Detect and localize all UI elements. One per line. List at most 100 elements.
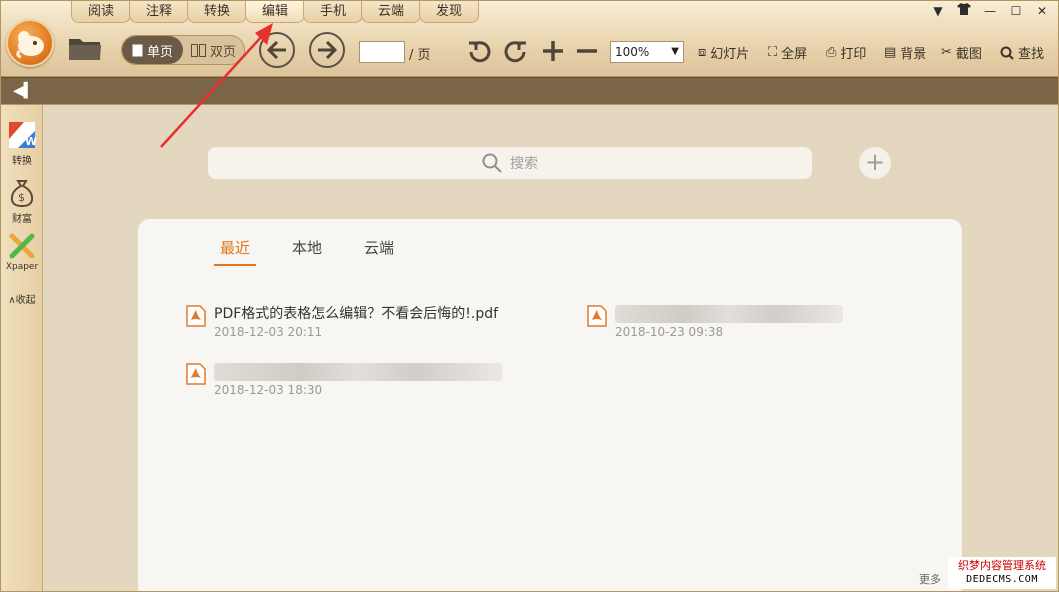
next-page-button[interactable] [309, 32, 345, 68]
pdf-file-icon [587, 305, 607, 327]
double-page-icon [190, 43, 206, 57]
slideshow-icon: ⧈ [698, 45, 707, 60]
file-date: 2018-12-03 18:30 [214, 383, 323, 397]
page-number-input[interactable] [359, 41, 405, 63]
search-placeholder: 搜索 [510, 156, 538, 172]
xpaper-icon [9, 233, 35, 259]
fullscreen-icon: ⛶ [768, 45, 778, 60]
tab-cloud-files[interactable]: 云端 [358, 235, 400, 266]
open-folder-button[interactable] [68, 35, 102, 61]
pdf-convert-icon: W [9, 122, 37, 148]
zoom-in-button[interactable] [542, 40, 564, 62]
pdf-file-icon [186, 363, 206, 385]
sidebar-label-convert: 转换 [12, 156, 32, 167]
svg-text:W: W [25, 135, 36, 148]
search-icon [1000, 46, 1014, 60]
print-label: 打印 [840, 47, 867, 62]
watermark: 织梦内容管理系统 DEDECMS.COM [948, 557, 1056, 589]
watermark-line1: 织梦内容管理系统 [958, 559, 1046, 572]
fullscreen-button[interactable]: ⛶ 全屏 [768, 43, 807, 62]
single-page-label: 单页 [146, 44, 173, 60]
collapse-strip: ◀▍ [1, 77, 1058, 105]
zoom-value: 100% [615, 45, 650, 59]
sidebar-item-wealth[interactable]: $ 财富 [1, 179, 43, 225]
tab-convert[interactable]: 转换 [187, 1, 247, 23]
money-bag-icon: $ [10, 180, 34, 208]
print-button[interactable]: ⎙ 打印 [826, 43, 866, 62]
rotate-left-button[interactable] [468, 39, 492, 63]
file-name-blurred [615, 305, 843, 323]
main-area: 搜索 + 最近 本地 云端 PDF格式的表格怎么编辑？不看会后悔的!.pdf 2… [44, 105, 1058, 591]
search-bar[interactable]: 搜索 [208, 147, 812, 179]
sidebar-collapse-button[interactable]: ∧收起 [1, 291, 43, 306]
file-date: 2018-12-03 20:11 [214, 325, 323, 339]
rotate-left-icon [469, 41, 491, 63]
file-item[interactable]: 2018-10-23 09:38 [587, 303, 887, 343]
minimize-icon[interactable]: — [982, 3, 998, 19]
find-label: 查找 [1018, 47, 1045, 62]
fullscreen-label: 全屏 [781, 47, 808, 62]
tab-recent[interactable]: 最近 [214, 235, 257, 266]
toolbar: 单页 双页 / 页 100% ▼ ⧈ 幻灯片 ⛶ 全屏 ⎙ 打印 ▤ 背景 ✂ … [1, 27, 1058, 75]
tab-edit[interactable]: 编辑 [245, 1, 305, 23]
file-item[interactable]: PDF格式的表格怎么编辑？不看会后悔的!.pdf 2018-12-03 20:1… [186, 303, 566, 343]
recent-files-panel: 最近 本地 云端 PDF格式的表格怎么编辑？不看会后悔的!.pdf 2018-1… [138, 219, 962, 591]
dropdown-menu-icon[interactable]: ▼ [930, 3, 946, 19]
tab-annotate[interactable]: 注释 [129, 1, 189, 23]
skin-shirt-icon[interactable] [956, 3, 972, 19]
chevron-down-icon: ▼ [671, 46, 679, 57]
page-total-label: / 页 [409, 48, 431, 63]
left-sidebar: W 转换 $ 财富 Xpaper ∧收起 [1, 105, 43, 591]
double-page-button[interactable]: 双页 [183, 36, 244, 64]
svg-text:$: $ [18, 191, 25, 204]
minus-icon [577, 49, 597, 53]
add-button[interactable]: + [859, 147, 891, 179]
file-name: PDF格式的表格怎么编辑？不看会后悔的!.pdf [214, 306, 499, 322]
close-icon[interactable]: ✕ [1034, 3, 1050, 19]
zoom-select[interactable]: 100% ▼ [610, 41, 684, 63]
window-controls: ▼ — ☐ ✕ [930, 3, 1050, 19]
tab-read[interactable]: 阅读 [71, 1, 131, 23]
tab-local[interactable]: 本地 [286, 235, 328, 266]
slideshow-label: 幻灯片 [710, 47, 750, 62]
slideshow-button[interactable]: ⧈ 幻灯片 [698, 43, 749, 62]
folder-icon [69, 39, 101, 60]
collapse-sidebar-icon[interactable]: ◀▍ [13, 83, 35, 99]
file-name-blurred [214, 363, 502, 381]
sidebar-item-convert[interactable]: W 转换 [1, 121, 43, 167]
rotate-right-button[interactable] [503, 39, 527, 63]
arrow-right-icon [309, 32, 345, 68]
arrow-left-icon [259, 32, 295, 68]
sidebar-item-xpaper[interactable]: Xpaper [1, 233, 43, 272]
tab-mobile[interactable]: 手机 [303, 1, 363, 23]
background-label: 背景 [900, 47, 927, 62]
plus-icon [543, 41, 563, 61]
watermark-line2: DEDECMS.COM [966, 574, 1038, 585]
single-page-button[interactable]: 单页 [122, 36, 183, 64]
screenshot-label: 截图 [955, 47, 982, 62]
find-button[interactable]: 查找 [1000, 43, 1044, 62]
sidebar-label-xpaper: Xpaper [5, 262, 39, 272]
menu-tabs: 阅读 注释 转换 编辑 手机 云端 发现 [71, 1, 479, 23]
app-window: 阅读 注释 转换 编辑 手机 云端 发现 ▼ — ☐ ✕ 单页 双页 / 页 1… [0, 0, 1059, 592]
panel-tabs: 最近 本地 云端 [214, 235, 400, 266]
double-page-label: 双页 [209, 44, 236, 60]
previous-page-button[interactable] [259, 32, 295, 68]
tab-discover[interactable]: 发现 [419, 1, 479, 23]
more-link[interactable]: 更多 [919, 571, 941, 587]
pdf-file-icon [186, 305, 206, 327]
maximize-icon[interactable]: ☐ [1008, 3, 1024, 19]
page-view-toggle: 单页 双页 [121, 35, 245, 65]
tab-cloud[interactable]: 云端 [361, 1, 421, 23]
screenshot-button[interactable]: ✂ 截图 [941, 43, 982, 62]
file-item[interactable]: 2018-12-03 18:30 [186, 361, 506, 401]
zoom-out-button[interactable] [576, 40, 598, 62]
background-button[interactable]: ▤ 背景 [884, 43, 926, 62]
search-icon [482, 153, 502, 173]
scissors-icon: ✂ [941, 45, 952, 60]
background-icon: ▤ [884, 45, 897, 60]
file-date: 2018-10-23 09:38 [615, 325, 724, 339]
sidebar-label-wealth: 财富 [12, 214, 32, 225]
rotate-right-icon [504, 41, 526, 63]
printer-icon: ⎙ [826, 45, 837, 60]
